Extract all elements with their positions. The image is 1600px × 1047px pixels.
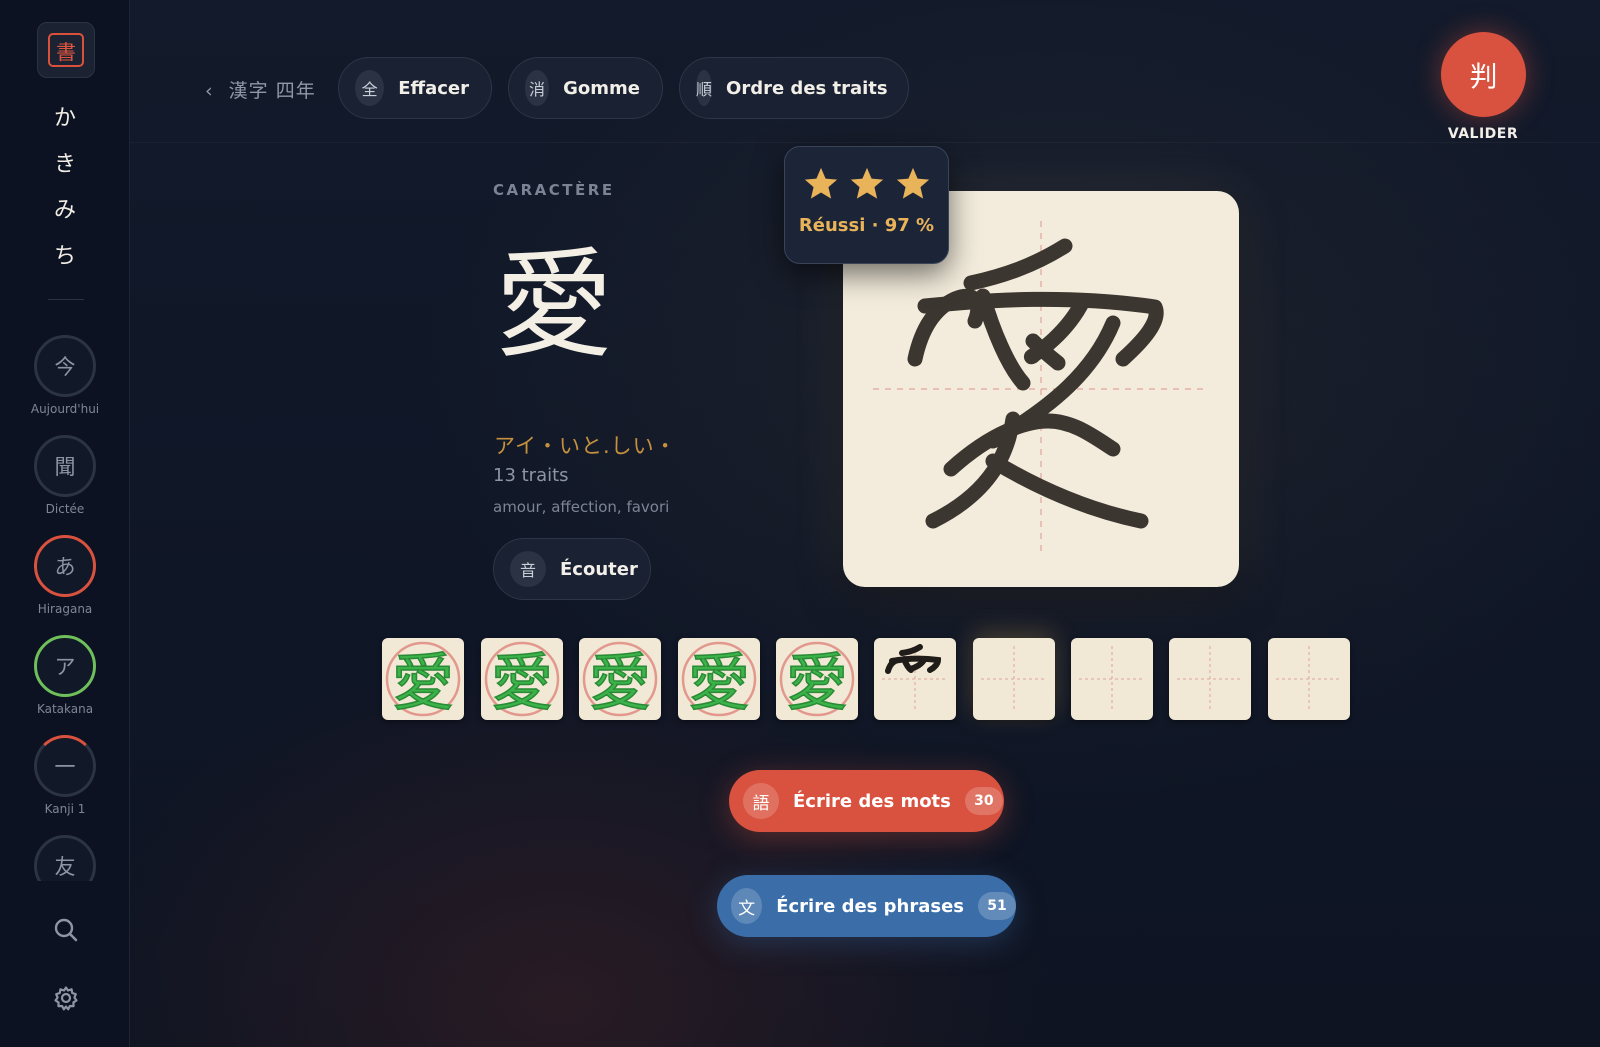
- app-name-char: み: [53, 198, 76, 223]
- practice-cell-done[interactable]: 愛: [481, 638, 563, 720]
- star-rating: [785, 165, 948, 203]
- app-name-char: か: [53, 106, 76, 131]
- practice-cell-done[interactable]: 愛: [678, 638, 760, 720]
- nav-label: Katakana: [36, 702, 94, 716]
- eraser-label: Gomme: [563, 77, 640, 99]
- validate-label: VALIDER: [1447, 126, 1519, 142]
- write-words-count: 30: [964, 787, 1003, 815]
- gear-icon[interactable]: [50, 982, 82, 1014]
- write-words-label: Écrire des mots: [793, 790, 951, 812]
- nav-label: Aujourd'hui: [30, 402, 100, 416]
- sidebar-item-kanji-1[interactable]: 一 Kanji 1: [0, 735, 130, 825]
- sidebar-item-friend[interactable]: 友: [0, 835, 130, 881]
- eraser-icon: 消: [525, 70, 550, 106]
- practice-cell-done[interactable]: 愛: [579, 638, 661, 720]
- sentences-icon: 文: [731, 888, 763, 924]
- clear-button[interactable]: 全 Effacer: [338, 57, 492, 119]
- clear-label: Effacer: [398, 77, 469, 99]
- stroke-order-icon: 順: [696, 70, 713, 106]
- sidebar-item-dictation[interactable]: 聞 Dictée: [0, 435, 130, 525]
- character-kanji: 愛: [495, 236, 614, 374]
- nav-glyph: あ: [34, 535, 96, 597]
- nav-glyph: ア: [34, 635, 96, 697]
- app-name: か き み ち: [0, 96, 130, 280]
- star-icon: [850, 167, 883, 199]
- nav-glyph: 聞: [34, 435, 96, 497]
- clear-icon: 全: [355, 70, 385, 106]
- validate-glyph: 判: [1469, 59, 1498, 93]
- speaker-icon: 音: [510, 551, 546, 587]
- star-icon: [804, 167, 837, 199]
- app-logo[interactable]: 書: [37, 22, 95, 78]
- nav-glyph: 友: [34, 835, 96, 881]
- logo-glyph: 書: [48, 33, 84, 67]
- character-meaning: amour, affection, favori: [493, 498, 670, 516]
- back-label: 漢字 四年: [228, 80, 316, 102]
- practice-cell-empty[interactable]: [1268, 638, 1350, 720]
- nav-glyph: 今: [34, 335, 96, 397]
- nav-label: Hiragana: [37, 602, 93, 616]
- sidebar-divider: [48, 299, 84, 300]
- write-sentences-button[interactable]: 文 Écrire des phrases 51: [717, 875, 1016, 937]
- write-words-button[interactable]: 語 Écrire des mots 30: [729, 770, 1004, 832]
- star-icon: [896, 167, 929, 199]
- svg-text:愛: 愛: [392, 646, 454, 719]
- practice-cell-empty[interactable]: [1071, 638, 1153, 720]
- write-sentences-label: Écrire des phrases: [776, 895, 964, 917]
- chevron-left-icon: ‹: [205, 80, 214, 102]
- score-badge: Réussi · 97 %: [784, 146, 949, 264]
- svg-text:愛: 愛: [786, 646, 848, 719]
- practice-cell-done[interactable]: 愛: [382, 638, 464, 720]
- stroke-order-label: Ordre des traits: [726, 77, 888, 99]
- svg-text:愛: 愛: [491, 646, 553, 719]
- practice-cell-current[interactable]: [874, 638, 956, 720]
- sidebar-item-today[interactable]: 今 Aujourd'hui: [0, 335, 130, 425]
- search-icon[interactable]: [50, 914, 82, 946]
- write-sentences-count: 51: [978, 892, 1016, 920]
- practice-cell-done[interactable]: 愛: [776, 638, 858, 720]
- words-icon: 語: [743, 783, 779, 819]
- listen-button[interactable]: 音 Écouter: [493, 538, 651, 600]
- sidebar-item-hiragana[interactable]: あ Hiragana: [0, 535, 130, 625]
- score-text: Réussi · 97 %: [798, 215, 935, 236]
- listen-label: Écouter: [560, 558, 638, 580]
- character-stroke-count: 13 traits: [493, 465, 569, 486]
- app-name-char: き: [53, 152, 76, 177]
- sidebar-item-katakana[interactable]: ア Katakana: [0, 635, 130, 725]
- nav-label: Dictée: [45, 502, 85, 516]
- stroke-order-button[interactable]: 順 Ordre des traits: [679, 57, 909, 119]
- nav-glyph: 一: [34, 735, 96, 797]
- back-link[interactable]: ‹ 漢字 四年: [205, 76, 316, 103]
- sidebar: 書 か き み ち 今 Aujourd'hui 聞 Dictée あ Hirag…: [0, 0, 130, 1047]
- svg-text:愛: 愛: [688, 646, 750, 719]
- validate-button[interactable]: 判: [1441, 32, 1526, 117]
- eraser-button[interactable]: 消 Gomme: [508, 57, 663, 119]
- nav-label: Kanji 1: [44, 802, 86, 816]
- header-divider: [130, 142, 1600, 143]
- character-caption: CARACTÈRE: [493, 181, 615, 199]
- practice-cell-empty[interactable]: [1169, 638, 1251, 720]
- character-readings: アイ・いと.しい・: [494, 434, 677, 458]
- practice-cell-empty[interactable]: [973, 638, 1055, 720]
- app-name-char: ち: [53, 244, 76, 269]
- svg-text:愛: 愛: [589, 646, 651, 719]
